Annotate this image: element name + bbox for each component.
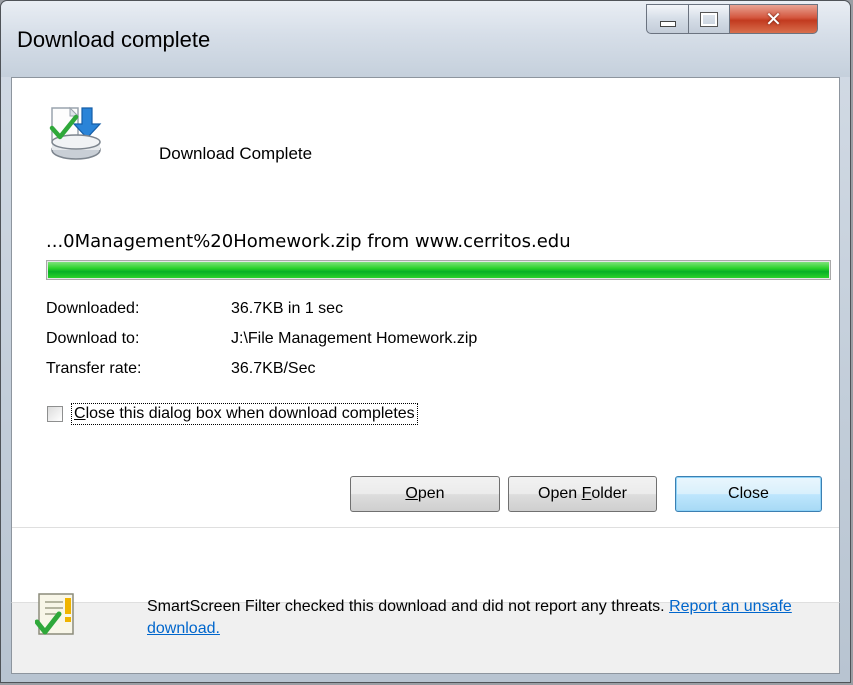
divider [12,527,839,528]
progress-fill [48,262,829,278]
open-button[interactable]: Open [350,476,500,512]
downloaded-value: 36.7KB in 1 sec [231,300,344,317]
download-filename: ...0Management%20Homework.zip from www.c… [46,231,571,252]
transfer-rate-label: Transfer rate: [46,360,142,377]
download-to-value: J:\File Management Homework.zip [231,330,478,347]
minimize-button[interactable] [646,4,688,34]
window-close-button[interactable]: ✕ [730,4,818,34]
close-on-complete-checkbox[interactable] [47,406,63,422]
title-bar[interactable]: Download complete ✕ [1,1,850,77]
smartscreen-message: SmartScreen Filter checked this download… [147,596,807,640]
download-to-label: Download to: [46,330,140,347]
downloaded-label: Downloaded: [46,300,140,317]
download-progress-bar [46,260,831,280]
close-on-complete-option[interactable]: Close this dialog box when download comp… [47,403,418,425]
minimize-icon [659,21,676,27]
maximize-button[interactable] [688,4,730,34]
smartscreen-check-icon [35,593,74,635]
smartscreen-text: SmartScreen Filter checked this download… [147,598,670,615]
dialog-content: Download Complete ...0Management%20Homew… [11,77,840,602]
transfer-rate-value: 36.7KB/Sec [231,360,316,377]
close-icon: ✕ [765,7,782,31]
maximize-icon [700,11,718,27]
download-complete-icon [49,106,102,160]
download-dialog: Download complete ✕ Download Complete ..… [0,0,851,683]
window-title: Download complete [17,27,211,52]
close-button[interactable]: Close [675,476,822,512]
download-status-heading: Download Complete [159,144,313,163]
close-on-complete-label[interactable]: Close this dialog box when download comp… [71,403,418,425]
open-folder-button[interactable]: Open Folder [508,476,657,512]
